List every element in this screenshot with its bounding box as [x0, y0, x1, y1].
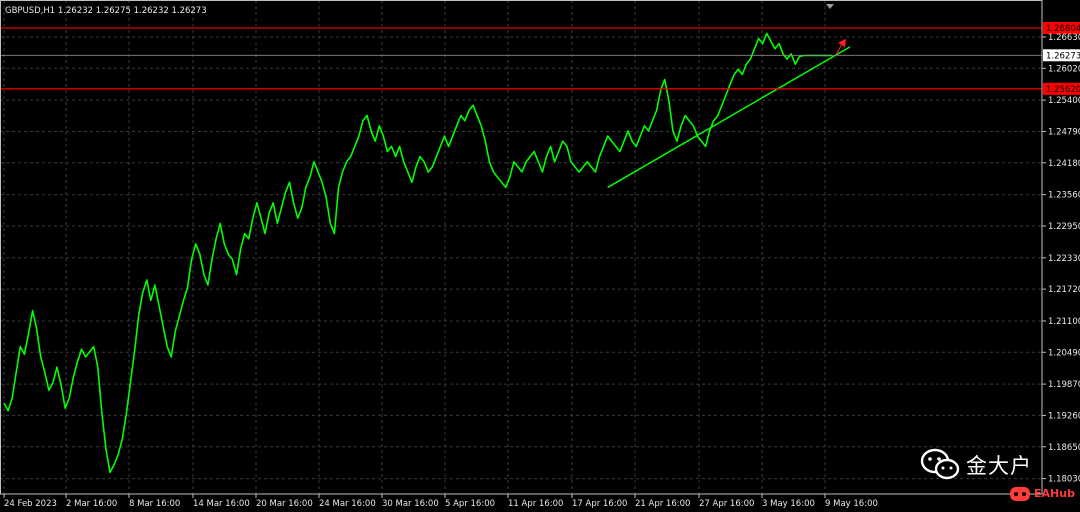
y-tick-label: 1.25400	[1048, 96, 1080, 106]
y-tick-label: 1.20490	[1048, 348, 1080, 358]
x-tick-label: 27 Apr 16:00	[699, 499, 754, 509]
x-tick-label: 9 May 16:00	[825, 499, 878, 509]
eahub-brand: EAHub	[1034, 487, 1075, 500]
chart-grid	[0, 0, 1042, 494]
x-tick-label: 30 Mar 16:00	[382, 499, 439, 509]
price-series	[3, 32, 851, 474]
y-tick-label: 1.23560	[1048, 191, 1080, 201]
price-line	[3, 32, 832, 474]
price-level-tag-text: 1.25620	[1046, 85, 1080, 95]
watermark-text: 金大户	[966, 454, 1032, 478]
plot-frame	[0, 0, 1043, 495]
y-tick-label: 1.18650	[1048, 443, 1080, 453]
y-tick-label: 1.24790	[1048, 127, 1080, 137]
chart-header: GBPUSD,H1 1.26232 1.26275 1.26232 1.2627…	[5, 6, 207, 16]
y-tick-label: 1.18030	[1048, 475, 1080, 485]
x-tick-label: 8 Mar 16:00	[129, 499, 180, 509]
x-tick-label: 21 Apr 16:00	[635, 499, 690, 509]
y-tick-label: 1.22950	[1048, 222, 1080, 232]
x-tick-label: 14 Mar 16:00	[193, 499, 250, 509]
y-tick-label: 1.26020	[1048, 64, 1080, 74]
y-tick-label: 1.24180	[1048, 159, 1080, 169]
y-tick-label: 1.22330	[1048, 254, 1080, 264]
y-tick-label: 1.21100	[1048, 317, 1080, 327]
y-tick-label: 1.19260	[1048, 411, 1080, 421]
price-chart[interactable]: 1.268041.256201.26273 1.266301.260201.25…	[0, 0, 1080, 512]
x-tick-label: 17 Apr 16:00	[572, 499, 627, 509]
wechat-icon	[920, 448, 962, 486]
x-tick-label: 24 Mar 16:00	[319, 499, 376, 509]
current-price-tag-text: 1.26273	[1046, 51, 1080, 61]
x-tick-label: 20 Mar 16:00	[256, 499, 313, 509]
x-tick-label: 3 May 16:00	[762, 499, 815, 509]
shift-marker	[826, 4, 834, 9]
x-tick-label: 11 Apr 16:00	[508, 499, 563, 509]
chart-axes: 1.26630 1.26020 1.25400 1.24790 1.24180 1.235…	[0, 0, 1080, 509]
y-tick-label: 1.21720	[1048, 285, 1080, 295]
x-tick-label: 5 Apr 16:00	[445, 499, 495, 509]
x-tick-label: 2 Mar 16:00	[66, 499, 117, 509]
y-tick-label: 1.19870	[1048, 380, 1080, 390]
eahub-logo	[1009, 486, 1031, 504]
y-tick-label: 1.26630	[1048, 33, 1080, 43]
x-tick-label: 24 Feb 2023	[4, 499, 57, 509]
horizontal-lines: 1.268041.256201.26273	[0, 22, 1080, 95]
